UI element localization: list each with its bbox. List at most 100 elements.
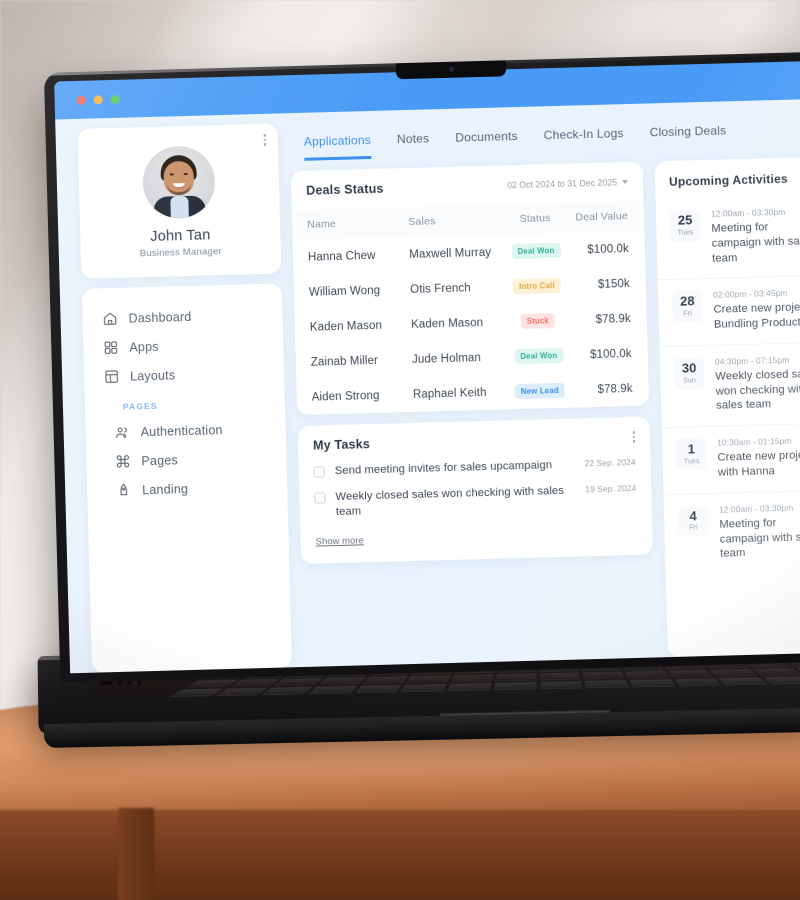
task-checkbox[interactable] <box>313 466 325 478</box>
show-more-link[interactable]: Show more <box>316 536 364 548</box>
keyboard-key <box>752 668 800 676</box>
list-item[interactable]: Send meeting invites for sales upcampaig… <box>313 456 636 480</box>
tab-documents[interactable]: Documents <box>455 129 518 157</box>
cell-deal-value: $100.0k <box>587 242 630 256</box>
laptop-screen: John Tan Business Manager Dashboard Apps… <box>54 60 800 674</box>
tasks-card-header: My Tasks <box>313 430 636 453</box>
cell-status: Deal Won <box>509 338 568 375</box>
cell-status: Intro Call <box>507 268 566 305</box>
task-checkbox[interactable] <box>314 492 326 504</box>
keyboard-key <box>262 686 313 695</box>
activity-day: 4 <box>689 508 697 524</box>
activity-weekday: Fri <box>689 522 698 532</box>
right-column: Upcoming Activities 25 Tues 12:00am - 03… <box>654 156 800 658</box>
cell-deal-value: $150k <box>597 277 630 291</box>
keyboard-key <box>363 676 409 684</box>
grid-icon <box>103 340 118 355</box>
desk-leg <box>118 808 154 900</box>
keyboard-key <box>795 667 800 675</box>
cell-name: Aiden Strong <box>311 389 380 404</box>
keyboard-key <box>718 677 768 685</box>
cell-sales: Kaden Mason <box>410 316 484 331</box>
profile-card: John Tan Business Manager <box>77 123 282 279</box>
tab-check-in-logs[interactable]: Check-In Logs <box>544 126 625 154</box>
activity-day: 25 <box>677 212 693 228</box>
activity-description: Weekly closed sales won checking with sa… <box>715 367 800 413</box>
task-date: 22 Sep. 2024 <box>584 456 636 469</box>
column-header-status: Status <box>505 202 565 235</box>
activity-time: 12:00am - 03:30pm <box>710 206 786 219</box>
cell-name: Zainab Miller <box>310 354 379 369</box>
list-item[interactable]: 4 Fri 12:00am - 03:30pm Meeting for camp… <box>663 489 800 576</box>
activity-day: 28 <box>679 293 695 310</box>
avatar <box>141 145 216 220</box>
cell-deal-value: $78.9k <box>595 312 631 326</box>
activity-body: 10:30am - 01:15pm Create new project wit… <box>717 435 800 480</box>
keyboard-key <box>493 681 537 690</box>
cell-status: New Lead <box>510 373 569 410</box>
users-icon <box>114 425 129 440</box>
keyboard-key <box>447 682 492 691</box>
sidebar-item-landing[interactable]: Landing <box>87 471 288 505</box>
list-item[interactable]: 1 Tues 10:30am - 01:15pm Create new proj… <box>661 422 800 495</box>
tab-bar: Applications Notes Documents Check-In Lo… <box>289 109 800 162</box>
cell-status: Stuck <box>508 303 567 340</box>
tab-closing-deals[interactable]: Closing Deals <box>649 123 726 151</box>
cell-sales: Jude Holman <box>411 351 482 366</box>
profile-role: Business Manager <box>139 246 222 260</box>
keyboard-key <box>215 687 269 696</box>
profile-kebab-menu-icon[interactable] <box>263 133 266 146</box>
list-item[interactable]: Weekly closed sales won checking with sa… <box>314 482 637 521</box>
activity-date-chip: 30 Sun <box>673 356 705 390</box>
list-item[interactable]: 30 Sun 04:30pm - 07:15pm Weekly closed s… <box>659 341 800 428</box>
keyboard-key <box>407 675 451 683</box>
maximize-window-button[interactable] <box>110 94 120 104</box>
minimize-window-button[interactable] <box>93 94 103 104</box>
cell-name: Kaden Mason <box>309 319 383 334</box>
webcam-notch <box>395 60 507 80</box>
activity-time: 02:00pm - 03:45pm <box>713 288 788 301</box>
close-window-button[interactable] <box>76 95 86 105</box>
activity-description: Meeting for campaign with sales team <box>719 516 800 561</box>
keyboard-key <box>582 671 625 679</box>
tab-notes[interactable]: Notes <box>397 131 430 158</box>
keyboard-key <box>495 673 537 681</box>
keyboard-key <box>584 680 629 688</box>
activity-body: 04:30pm - 07:15pm Weekly closed sales wo… <box>715 354 800 414</box>
task-date: 19 Sep. 2024 <box>585 483 637 495</box>
keyboard-key <box>629 679 676 687</box>
laptop: John Tan Business Manager Dashboard Apps… <box>0 0 800 760</box>
cell-name: Hanna Chew <box>307 249 376 264</box>
date-range-label: 02 Oct 2024 to 31 Dec 2025 <box>506 177 618 191</box>
keyboard-key <box>318 677 366 685</box>
status-badge: New Lead <box>514 382 565 400</box>
sidebar: John Tan Business Manager Dashboard Apps… <box>77 123 293 673</box>
list-item[interactable]: 25 Tues 12:00am - 03:30pm Meeting for ca… <box>656 195 800 280</box>
tasks-kebab-menu-icon[interactable] <box>632 431 636 443</box>
app-body: John Tan Business Manager Dashboard Apps… <box>55 98 800 674</box>
status-badge: Deal Won <box>511 242 561 260</box>
keyboard-key <box>451 674 494 682</box>
keyboard-key <box>763 676 800 685</box>
activity-time: 10:30am - 01:15pm <box>717 435 792 448</box>
sidebar-item-label: Dashboard <box>128 309 192 326</box>
status-badge: Stuck <box>520 313 556 329</box>
keyboard-key <box>230 678 280 687</box>
home-icon <box>102 311 117 326</box>
keyboard-key <box>710 668 757 677</box>
date-range-selector[interactable]: 02 Oct 2024 to 31 Dec 2025 <box>506 177 629 191</box>
activity-day: 30 <box>681 360 697 376</box>
sidebar-nav: Dashboard Apps Layouts PAGES Authenticat… <box>81 283 293 673</box>
sidebar-item-label: Pages <box>141 452 179 468</box>
column-header-deal-value: Deal Value <box>563 200 645 233</box>
left-column: Deals Status 02 Oct 2024 to 31 Dec 2025 <box>290 161 656 667</box>
activity-date-chip: 4 Fri <box>677 504 709 538</box>
panes: Deals Status 02 Oct 2024 to 31 Dec 2025 <box>290 156 800 667</box>
command-icon <box>115 454 130 469</box>
tab-applications[interactable]: Applications <box>303 132 372 161</box>
activity-body: 12:00am - 03:30pm Meeting for campaign w… <box>711 206 800 266</box>
sidebar-item-label: Apps <box>129 339 159 355</box>
list-item[interactable]: 28 Fri 02:00pm - 03:45pm Create new proj… <box>657 274 800 347</box>
activity-body: 12:00am - 03:30pm Meeting for campaign w… <box>719 502 800 562</box>
cell-sales: Maxwell Murray <box>409 246 492 261</box>
